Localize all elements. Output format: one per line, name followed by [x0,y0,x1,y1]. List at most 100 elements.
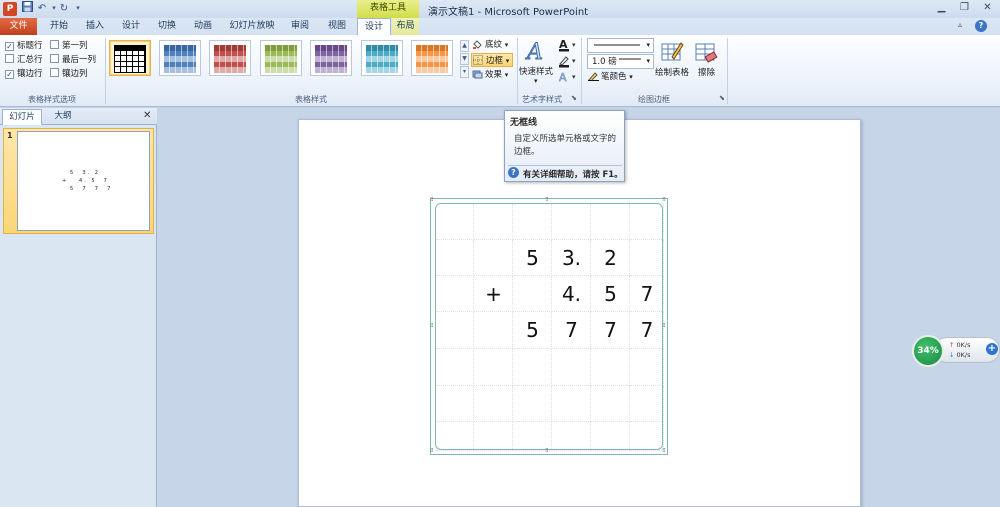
table-style-tile[interactable] [109,40,151,76]
customize-qat-icon[interactable]: ▾ [71,1,85,16]
tab-review[interactable]: 审阅 [283,18,317,35]
table-cell[interactable] [591,204,630,240]
table-cell[interactable] [474,312,513,349]
table-style-tile[interactable] [159,40,201,76]
tab-design[interactable]: 设计 [114,18,148,35]
table-cell[interactable] [513,276,552,312]
table-cell[interactable] [591,386,630,422]
tab-insert[interactable]: 插入 [78,18,112,35]
tab-outline[interactable]: 大纲 [44,109,82,125]
close-pane-icon[interactable]: ✕ [143,110,151,121]
save-icon[interactable] [20,1,34,16]
table-cell[interactable]: 7 [552,312,591,349]
tab-animations[interactable]: 动画 [186,18,220,35]
gallery-scroll-up-icon[interactable]: ▲ [460,40,469,52]
tab-transitions[interactable]: 切换 [150,18,184,35]
close-window-icon[interactable]: ✕ [976,1,999,15]
table-selection-frame[interactable]: 5 3. 2 +4. 5 7 5 7 7 7 ⠿ ⠿ ⠿ ⠿ ⠿ ⠿ ⠿ ⠿ [430,198,668,455]
table-style-tile[interactable] [260,40,302,76]
table-cell[interactable] [630,240,664,276]
table-style-tile[interactable] [310,40,352,76]
redo-icon[interactable]: ↻ [57,1,71,16]
tab-table-layout[interactable]: 布局 [392,18,419,35]
tab-slides[interactable]: 幻灯片 [2,109,42,125]
table-cell[interactable]: + [474,276,513,312]
gallery-scroll-down-icon[interactable]: ▼ [460,53,469,65]
tab-home[interactable]: 开始 [42,18,76,35]
table-cell[interactable] [436,386,474,422]
table-cell[interactable] [436,422,474,451]
table-cell[interactable] [474,422,513,451]
table-cell[interactable]: 4. [552,276,591,312]
table-cell[interactable]: 7 [630,276,664,312]
resize-handle[interactable]: ⠿ [430,324,434,329]
tab-table-design[interactable]: 设计 [357,18,391,36]
banded-rows-checkbox[interactable]: ✓ 镶边行 [5,67,43,81]
resize-handle[interactable]: ⠿ [662,449,666,454]
text-effects-icon[interactable]: A ▾ [558,70,578,85]
table-cell[interactable] [552,386,591,422]
table-cell[interactable] [630,422,664,451]
table-cell[interactable] [436,349,474,386]
header-row-checkbox[interactable]: ✓ 标题行 [5,39,43,53]
table-cell[interactable] [630,349,664,386]
table-cell[interactable] [552,204,591,240]
tab-slideshow[interactable]: 幻灯片放映 [224,18,280,35]
minimize-icon[interactable]: ▁ [930,1,953,15]
eraser-button[interactable]: 擦除 [698,66,715,78]
table-cell[interactable] [474,240,513,276]
table-cell[interactable] [474,204,513,240]
effects-button[interactable]: 效果 ▾ [472,68,508,82]
memory-usage-percent[interactable]: 34% [912,335,944,367]
resize-handle[interactable]: ⠿ [430,449,434,454]
quick-styles-button[interactable]: 快速样式 [519,65,553,77]
pen-color-button[interactable]: 笔颜色 ▾ [588,70,633,84]
table-cell[interactable] [436,240,474,276]
tab-file[interactable]: 文件 [0,18,37,35]
border-button[interactable]: 边框 ▾ [471,53,513,67]
resize-handle[interactable]: ⠿ [545,198,549,203]
table-cell[interactable] [436,204,474,240]
table-cell[interactable]: 5 [513,240,552,276]
table-cell[interactable] [591,422,630,451]
pen-style-dropdown[interactable]: ▾ [587,38,654,53]
table-cell[interactable] [513,204,552,240]
table-cell[interactable] [630,386,664,422]
table-cell[interactable] [436,312,474,349]
total-row-checkbox[interactable]: 汇总行 [5,53,43,67]
wordart-dialog-launcher-icon[interactable]: ⬊ [571,94,577,102]
table-cell[interactable] [474,349,513,386]
network-speed-widget[interactable]: ↑ 0K/s ↓ 0K/s 34% + [912,335,1000,367]
table-cell[interactable] [552,349,591,386]
resize-handle[interactable]: ⠿ [430,198,434,203]
table-cell[interactable] [436,276,474,312]
resize-handle[interactable]: ⠿ [662,198,666,203]
table-cell[interactable] [591,349,630,386]
gallery-more-icon[interactable]: ▾ [460,66,469,78]
tab-view[interactable]: 视图 [320,18,354,35]
table[interactable]: 5 3. 2 +4. 5 7 5 7 7 7 [435,203,664,451]
pen-weight-dropdown[interactable]: 1.0 磅 ▾ [587,54,654,69]
table-style-tile[interactable] [411,40,453,76]
table-style-tile[interactable] [361,40,403,76]
table-cell[interactable] [513,422,552,451]
slide-thumbnail-selected[interactable]: 1 5 3. 2 + 4. 5 7 5 7 7 7 [3,128,154,234]
table-cell[interactable] [552,422,591,451]
table-cell[interactable] [513,349,552,386]
banded-columns-checkbox[interactable]: 镶边列 [50,67,88,81]
restore-icon[interactable]: ❐ [953,1,976,15]
table-cell[interactable] [513,386,552,422]
powerpoint-app-icon[interactable]: P [3,2,17,16]
table-cell[interactable]: 3. [552,240,591,276]
table-style-tile[interactable] [209,40,251,76]
draw-table-pencil-icon[interactable] [660,40,684,64]
first-column-checkbox[interactable]: 第一列 [50,39,88,53]
table-cell[interactable] [474,386,513,422]
table-cell[interactable]: 5 [513,312,552,349]
table-cell[interactable]: 7 [591,312,630,349]
resize-handle[interactable]: ⠿ [545,449,549,454]
slide-thumbnail[interactable]: 5 3. 2 + 4. 5 7 5 7 7 7 [17,131,150,231]
table-cell[interactable]: 2 [591,240,630,276]
quick-styles-a-icon[interactable]: A [524,38,550,66]
text-fill-icon[interactable]: A ▾ [558,38,578,52]
